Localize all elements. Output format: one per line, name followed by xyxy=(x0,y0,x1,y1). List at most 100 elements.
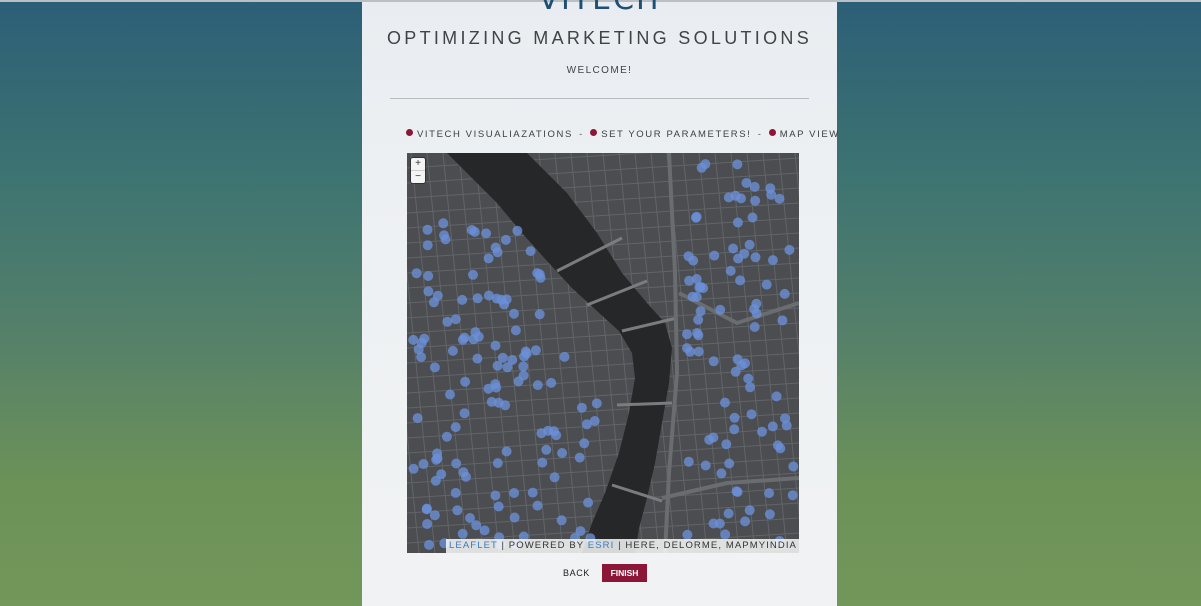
map-marker[interactable] xyxy=(723,192,734,203)
map-marker[interactable] xyxy=(457,528,468,539)
map-marker[interactable] xyxy=(490,242,501,253)
map-marker[interactable] xyxy=(591,398,602,409)
map-marker[interactable] xyxy=(472,353,483,364)
map-marker[interactable] xyxy=(723,508,734,519)
map-marker[interactable] xyxy=(432,448,443,459)
map-marker[interactable] xyxy=(729,424,740,435)
map-marker[interactable] xyxy=(530,345,541,356)
map-marker[interactable] xyxy=(527,487,538,498)
map-marker[interactable] xyxy=(695,306,706,317)
map-marker[interactable] xyxy=(418,459,429,469)
map-marker[interactable] xyxy=(744,239,755,250)
map-marker[interactable] xyxy=(576,402,587,413)
map-marker[interactable] xyxy=(492,458,503,469)
map-marker[interactable] xyxy=(470,327,481,338)
zoom-out-button[interactable]: − xyxy=(411,170,425,183)
map-marker[interactable] xyxy=(729,412,740,423)
map-marker[interactable] xyxy=(774,193,785,204)
map-marker[interactable] xyxy=(430,475,441,486)
map-marker[interactable] xyxy=(781,420,792,431)
map-marker[interactable] xyxy=(784,244,795,255)
map-marker[interactable] xyxy=(422,519,433,529)
map-marker[interactable] xyxy=(451,458,462,469)
esri-link[interactable]: ESRI xyxy=(588,540,615,551)
map-marker[interactable] xyxy=(535,272,546,283)
map-marker[interactable] xyxy=(408,463,419,474)
map-marker[interactable] xyxy=(509,308,519,319)
map-marker[interactable] xyxy=(429,362,440,373)
map-marker[interactable] xyxy=(764,509,775,520)
step-map-view[interactable]: MAP VIEW xyxy=(780,129,840,140)
map-marker[interactable] xyxy=(422,240,433,251)
map-marker[interactable] xyxy=(509,488,520,498)
map-marker[interactable] xyxy=(720,529,731,540)
map-marker[interactable] xyxy=(579,438,590,449)
map-marker[interactable] xyxy=(708,432,719,443)
map-marker[interactable] xyxy=(684,275,695,286)
map-marker[interactable] xyxy=(557,448,568,458)
map-marker[interactable] xyxy=(728,243,739,254)
map-marker[interactable] xyxy=(442,316,453,327)
map-marker[interactable] xyxy=(546,377,557,388)
map-marker[interactable] xyxy=(716,468,727,479)
leaflet-map[interactable]: + − LEAFLET | POWERED BY ESRI | HERE, DE… xyxy=(407,153,799,553)
map-marker[interactable] xyxy=(525,246,536,257)
map-marker[interactable] xyxy=(509,512,520,523)
map-canvas[interactable] xyxy=(407,153,799,553)
map-marker[interactable] xyxy=(479,525,490,536)
map-marker[interactable] xyxy=(483,383,494,394)
map-marker[interactable] xyxy=(761,279,772,290)
map-marker[interactable] xyxy=(532,500,543,511)
map-marker[interactable] xyxy=(787,490,798,501)
step-set-parameters[interactable]: SET YOUR PARAMETERS! xyxy=(601,129,751,140)
map-marker[interactable] xyxy=(429,510,440,521)
map-marker[interactable] xyxy=(490,340,501,351)
map-marker[interactable] xyxy=(497,352,508,363)
map-marker[interactable] xyxy=(750,195,761,206)
map-marker[interactable] xyxy=(447,345,458,356)
map-marker[interactable] xyxy=(730,366,741,377)
map-marker[interactable] xyxy=(422,224,433,235)
map-marker[interactable] xyxy=(685,346,696,357)
map-marker[interactable] xyxy=(493,501,504,512)
map-marker[interactable] xyxy=(708,356,719,367)
map-marker[interactable] xyxy=(483,290,494,301)
map-marker[interactable] xyxy=(788,461,799,472)
map-marker[interactable] xyxy=(532,380,543,391)
map-marker[interactable] xyxy=(721,439,732,450)
map-marker[interactable] xyxy=(556,515,567,526)
map-marker[interactable] xyxy=(583,497,594,508)
back-button[interactable]: BACK xyxy=(563,568,590,578)
map-marker[interactable] xyxy=(510,325,521,336)
map-marker[interactable] xyxy=(779,288,790,299)
map-marker[interactable] xyxy=(438,218,449,229)
map-marker[interactable] xyxy=(423,286,434,297)
map-marker[interactable] xyxy=(745,382,755,393)
map-marker[interactable] xyxy=(499,299,510,310)
map-marker[interactable] xyxy=(691,292,702,302)
map-marker[interactable] xyxy=(750,252,761,263)
step-vitech-visualizations[interactable]: VITECH VISUALIAZATIONS xyxy=(417,129,573,140)
map-marker[interactable] xyxy=(724,458,735,469)
map-marker[interactable] xyxy=(518,370,529,381)
map-marker[interactable] xyxy=(411,268,422,279)
map-marker[interactable] xyxy=(693,314,704,325)
map-marker[interactable] xyxy=(457,294,468,305)
map-marker[interactable] xyxy=(520,346,531,357)
map-marker[interactable] xyxy=(468,269,478,280)
leaflet-link[interactable]: LEAFLET xyxy=(449,540,498,551)
map-marker[interactable] xyxy=(693,346,704,357)
map-marker[interactable] xyxy=(439,230,449,241)
map-marker[interactable] xyxy=(764,488,775,499)
map-marker[interactable] xyxy=(739,248,750,259)
map-marker[interactable] xyxy=(543,425,554,436)
map-marker[interactable] xyxy=(452,505,463,516)
map-marker[interactable] xyxy=(483,253,494,264)
map-marker[interactable] xyxy=(423,271,434,281)
map-marker[interactable] xyxy=(408,334,419,345)
map-marker[interactable] xyxy=(541,444,552,455)
map-marker[interactable] xyxy=(777,315,788,326)
map-marker[interactable] xyxy=(736,193,746,204)
map-marker[interactable] xyxy=(450,422,461,433)
map-marker[interactable] xyxy=(512,225,523,236)
